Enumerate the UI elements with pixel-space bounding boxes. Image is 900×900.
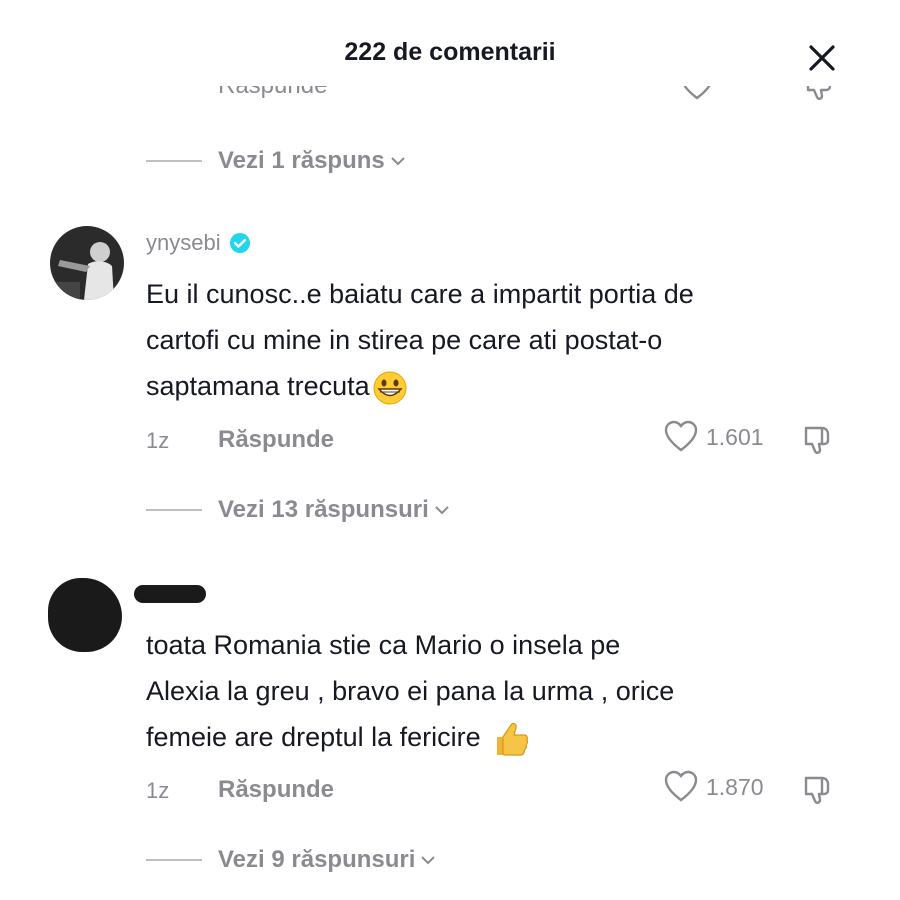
view-replies-button[interactable]: Vezi 1 răspuns: [146, 144, 407, 178]
dislike-button[interactable]: [802, 772, 836, 812]
divider-line: [146, 509, 202, 511]
heart-icon: [664, 770, 698, 802]
view-replies-label: Vezi 1 răspuns: [218, 147, 385, 174]
like-count: 1.601: [706, 423, 764, 450]
view-replies-button[interactable]: Vezi 9 răspunsuri: [146, 843, 437, 877]
comment-body: Eu il cunosc..e baiatu care a impartit p…: [146, 279, 694, 401]
view-replies-label: Vezi 9 răspunsuri: [218, 846, 416, 873]
dislike-button[interactable]: [802, 422, 836, 462]
divider-line: [146, 160, 202, 162]
verified-badge-icon: [229, 233, 250, 253]
avatar-image: [50, 226, 124, 300]
clipped-comment-row: Răspunde: [0, 86, 900, 102]
comments-count-title: 222 de comentarii: [344, 38, 556, 66]
heart-icon: [664, 420, 698, 452]
like-button[interactable]: 1.601: [664, 420, 764, 454]
chevron-down-icon: [419, 851, 437, 869]
like-button[interactable]: 1.870: [664, 770, 764, 804]
comment-body: toata Romania stie ca Mario o insela pe …: [146, 630, 675, 752]
comment-text: Eu il cunosc..e baiatu care a impartit p…: [146, 271, 866, 409]
reply-button[interactable]: Răspunde: [218, 426, 334, 454]
clipped-reply-link[interactable]: Răspunde: [218, 86, 327, 100]
timestamp: 1z: [146, 778, 170, 803]
dislike-icon: [804, 426, 830, 454]
chevron-down-icon: [433, 501, 451, 519]
comment-meta-row: 1z Răspunde 1.870: [146, 770, 846, 810]
grinning-face-emoji: [373, 371, 407, 405]
username-redacted: [134, 585, 206, 603]
avatar-redacted[interactable]: [48, 578, 122, 652]
avatar[interactable]: [50, 226, 124, 300]
close-icon: [809, 45, 835, 71]
divider-line: [146, 859, 202, 861]
like-count: 1.870: [706, 773, 764, 800]
thumbs-up-emoji: [496, 722, 528, 756]
view-replies-button[interactable]: Vezi 13 răspunsuri: [146, 493, 451, 527]
username-label: ynysebi: [146, 230, 221, 255]
view-replies-label: Vezi 13 răspunsuri: [218, 496, 429, 523]
reply-button[interactable]: Răspunde: [218, 776, 334, 804]
comment-text: toata Romania stie ca Mario o insela pe …: [146, 622, 866, 760]
dislike-icon: [806, 86, 832, 100]
chevron-down-icon: [389, 152, 407, 170]
dislike-icon: [804, 776, 830, 804]
close-button[interactable]: [802, 38, 842, 78]
comment-meta-row: 1z Răspunde 1.601: [146, 420, 846, 460]
timestamp: 1z: [146, 428, 170, 453]
comment-author[interactable]: ynysebi: [146, 230, 251, 256]
heart-icon: [683, 86, 711, 100]
